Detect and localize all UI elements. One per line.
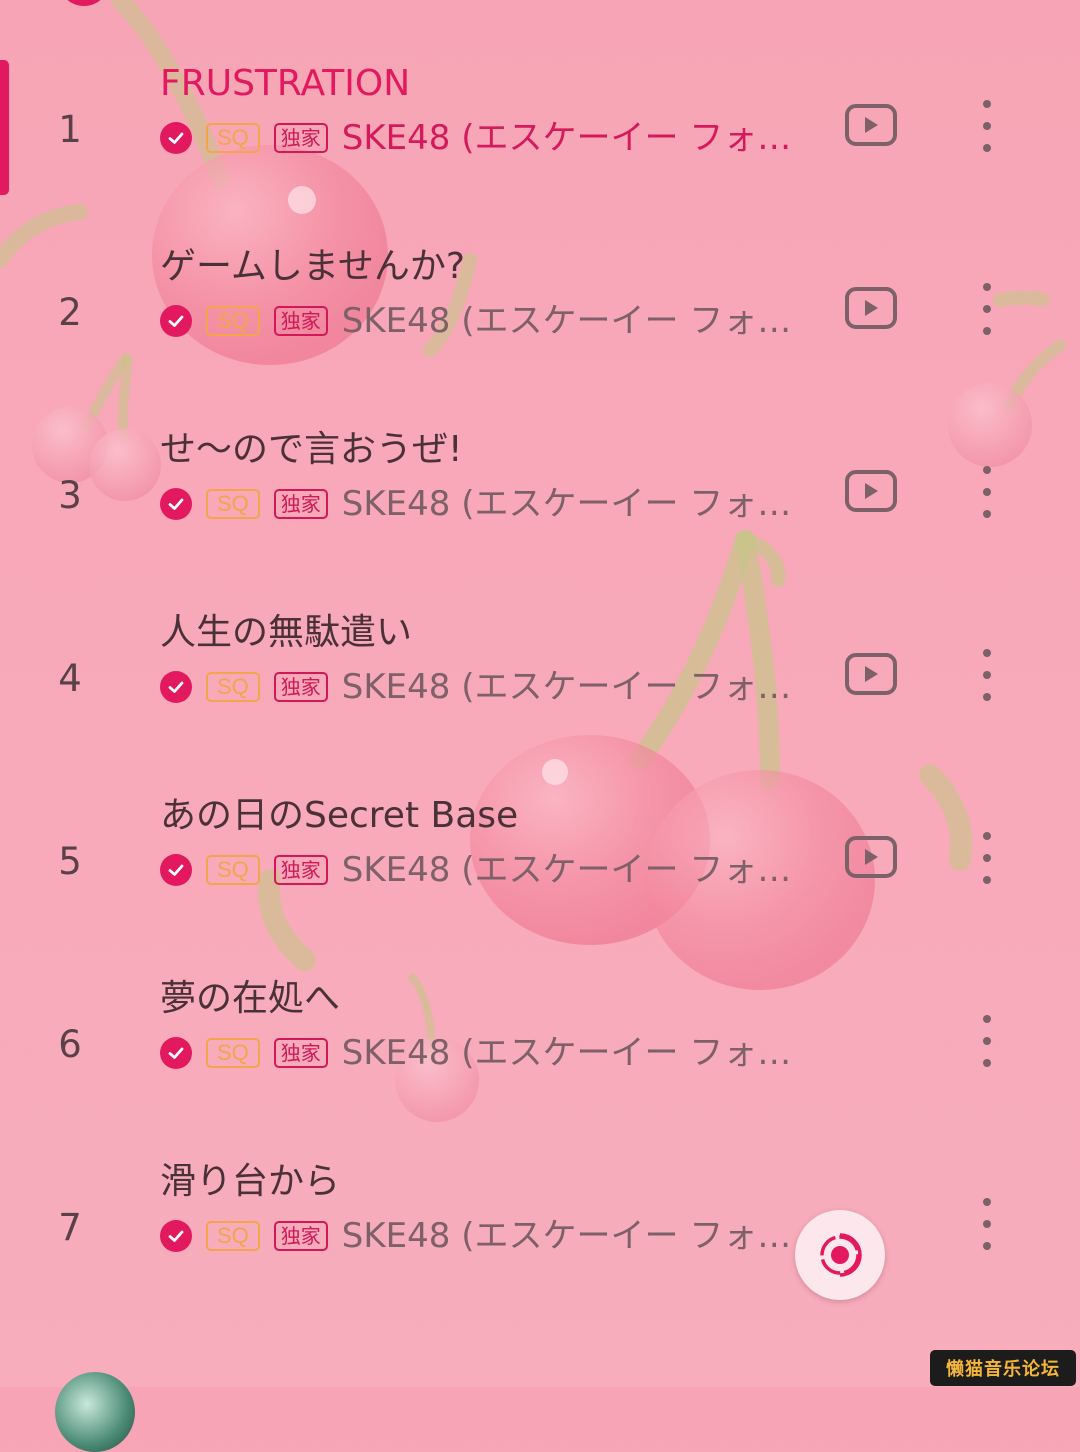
track-artist: SKE48 (エスケーイー フォ… [341,1216,792,1256]
more-vertical-icon[interactable] [972,649,1002,701]
sq-quality-badge: SQ [206,123,260,153]
play-video-icon[interactable] [845,287,897,329]
track-row[interactable]: 6 夢の在処へ SQ 独家 SKE48 (エスケーイー フォ… [0,955,1080,1138]
sq-quality-badge: SQ [206,1221,260,1251]
track-list: 1 FRUSTRATION SQ 独家 SKE48 (エスケーイー フォ… 2 … [0,40,1080,1321]
track-artist: SKE48 (エスケーイー フォ… [341,301,792,341]
track-title: FRUSTRATION [160,63,411,104]
locate-current-button[interactable] [795,1210,885,1300]
track-row[interactable]: 7 滑り台から SQ 独家 SKE48 (エスケーイー フォ… [0,1138,1080,1321]
more-vertical-icon[interactable] [972,283,1002,335]
track-number: 6 [58,1023,82,1066]
more-vertical-icon[interactable] [972,466,1002,518]
track-artist: SKE48 (エスケーイー フォ… [341,667,792,707]
play-video-icon[interactable] [845,653,897,695]
track-artist: SKE48 (エスケーイー フォ… [341,850,792,890]
track-title: せ～ので言おうぜ! [160,429,463,470]
track-artist: SKE48 (エスケーイー フォ… [341,118,792,158]
exclusive-badge: 独家 [273,306,328,336]
check-circle-icon [160,1037,192,1069]
check-circle-icon [160,305,192,337]
track-number: 7 [58,1206,82,1249]
track-number: 5 [58,840,82,883]
track-title: 人生の無駄遣い [160,612,413,653]
exclusive-badge: 独家 [273,1221,328,1251]
track-row[interactable]: 2 ゲームしませんか? SQ 独家 SKE48 (エスケーイー フォ… [0,223,1080,406]
exclusive-badge: 独家 [273,855,328,885]
check-circle-icon [160,1220,192,1252]
track-title: あの日のSecret Base [160,795,519,836]
track-row[interactable]: 5 あの日のSecret Base SQ 独家 SKE48 (エスケーイー フォ… [0,772,1080,955]
play-video-icon[interactable] [845,104,897,146]
track-row[interactable]: 3 せ～ので言おうぜ! SQ 独家 SKE48 (エスケーイー フォ… [0,406,1080,589]
track-meta: SQ 独家 SKE48 (エスケーイー フォ… [160,301,820,341]
track-meta: SQ 独家 SKE48 (エスケーイー フォ… [160,118,820,158]
more-vertical-icon[interactable] [972,1015,1002,1067]
check-circle-icon [160,854,192,886]
track-meta: SQ 独家 SKE48 (エスケーイー フォ… [160,667,820,707]
sq-quality-badge: SQ [206,306,260,336]
track-number: 4 [58,657,82,700]
watermark: 懒猫音乐论坛 [930,1350,1076,1386]
track-meta: SQ 独家 SKE48 (エスケーイー フォ… [160,484,820,524]
sq-quality-badge: SQ [206,855,260,885]
track-meta: SQ 独家 SKE48 (エスケーイー フォ… [160,1033,820,1073]
check-circle-icon [160,122,192,154]
track-title: 夢の在処へ [160,978,341,1019]
track-number: 3 [58,474,82,517]
exclusive-badge: 独家 [273,672,328,702]
sq-quality-badge: SQ [206,1038,260,1068]
top-indicator [58,0,110,6]
track-artist: SKE48 (エスケーイー フォ… [341,484,792,524]
track-title: ゲームしませんか? [160,246,465,287]
more-vertical-icon[interactable] [972,1198,1002,1250]
check-circle-icon [160,488,192,520]
track-meta: SQ 独家 SKE48 (エスケーイー フォ… [160,1216,820,1256]
more-vertical-icon[interactable] [972,832,1002,884]
exclusive-badge: 独家 [273,1038,328,1068]
mini-player-cover[interactable] [55,1372,135,1452]
track-row[interactable]: 1 FRUSTRATION SQ 独家 SKE48 (エスケーイー フォ… [0,40,1080,223]
check-circle-icon [160,671,192,703]
sq-quality-badge: SQ [206,672,260,702]
track-number: 2 [58,291,82,334]
play-video-icon[interactable] [845,470,897,512]
track-meta: SQ 独家 SKE48 (エスケーイー フォ… [160,850,820,890]
track-row[interactable]: 4 人生の無駄遣い SQ 独家 SKE48 (エスケーイー フォ… [0,589,1080,772]
play-video-icon[interactable] [845,836,897,878]
track-number: 1 [58,108,82,151]
sq-quality-badge: SQ [206,489,260,519]
more-vertical-icon[interactable] [972,100,1002,152]
exclusive-badge: 独家 [273,123,328,153]
exclusive-badge: 独家 [273,489,328,519]
track-title: 滑り台から [160,1161,341,1202]
track-artist: SKE48 (エスケーイー フォ… [341,1033,792,1073]
locate-current-icon [820,1233,862,1277]
